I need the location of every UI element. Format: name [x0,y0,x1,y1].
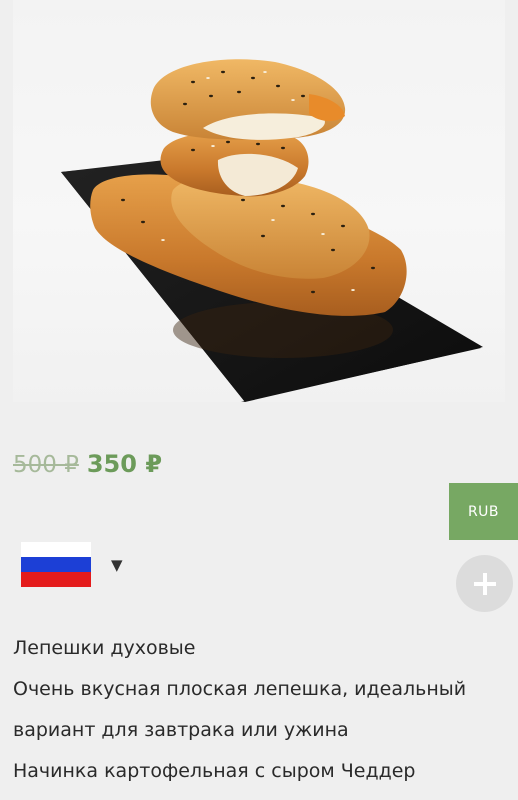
old-price: 500 ₽ [13,452,79,478]
product-page: 500 ₽ 350 ₽ RUB ▼ Лепешки духовые Очень … [0,0,518,800]
description-line-1: Очень вкусная плоская лепешка, идеальный [13,678,467,700]
product-description: Лепешки духовые Очень вкусная плоская ле… [13,628,508,792]
product-name: Лепешки духовые [13,637,196,659]
current-price: 350 ₽ [86,450,163,478]
price-row: 500 ₽ 350 ₽ [13,450,162,484]
product-photo [13,0,505,402]
currency-label: RUB [467,503,500,520]
russia-flag-icon [21,541,91,588]
description-line-2: вариант для завтрака или ужина [13,719,349,741]
pastry-illustration [61,59,483,402]
dropdown-caret-icon: ▼ [111,555,123,574]
plus-icon [473,572,496,595]
add-to-cart-button[interactable] [456,555,513,612]
language-selector[interactable]: ▼ [21,541,123,588]
currency-button[interactable]: RUB [449,483,518,540]
product-filling: Начинка картофельная с сыром Чеддер [13,760,416,782]
